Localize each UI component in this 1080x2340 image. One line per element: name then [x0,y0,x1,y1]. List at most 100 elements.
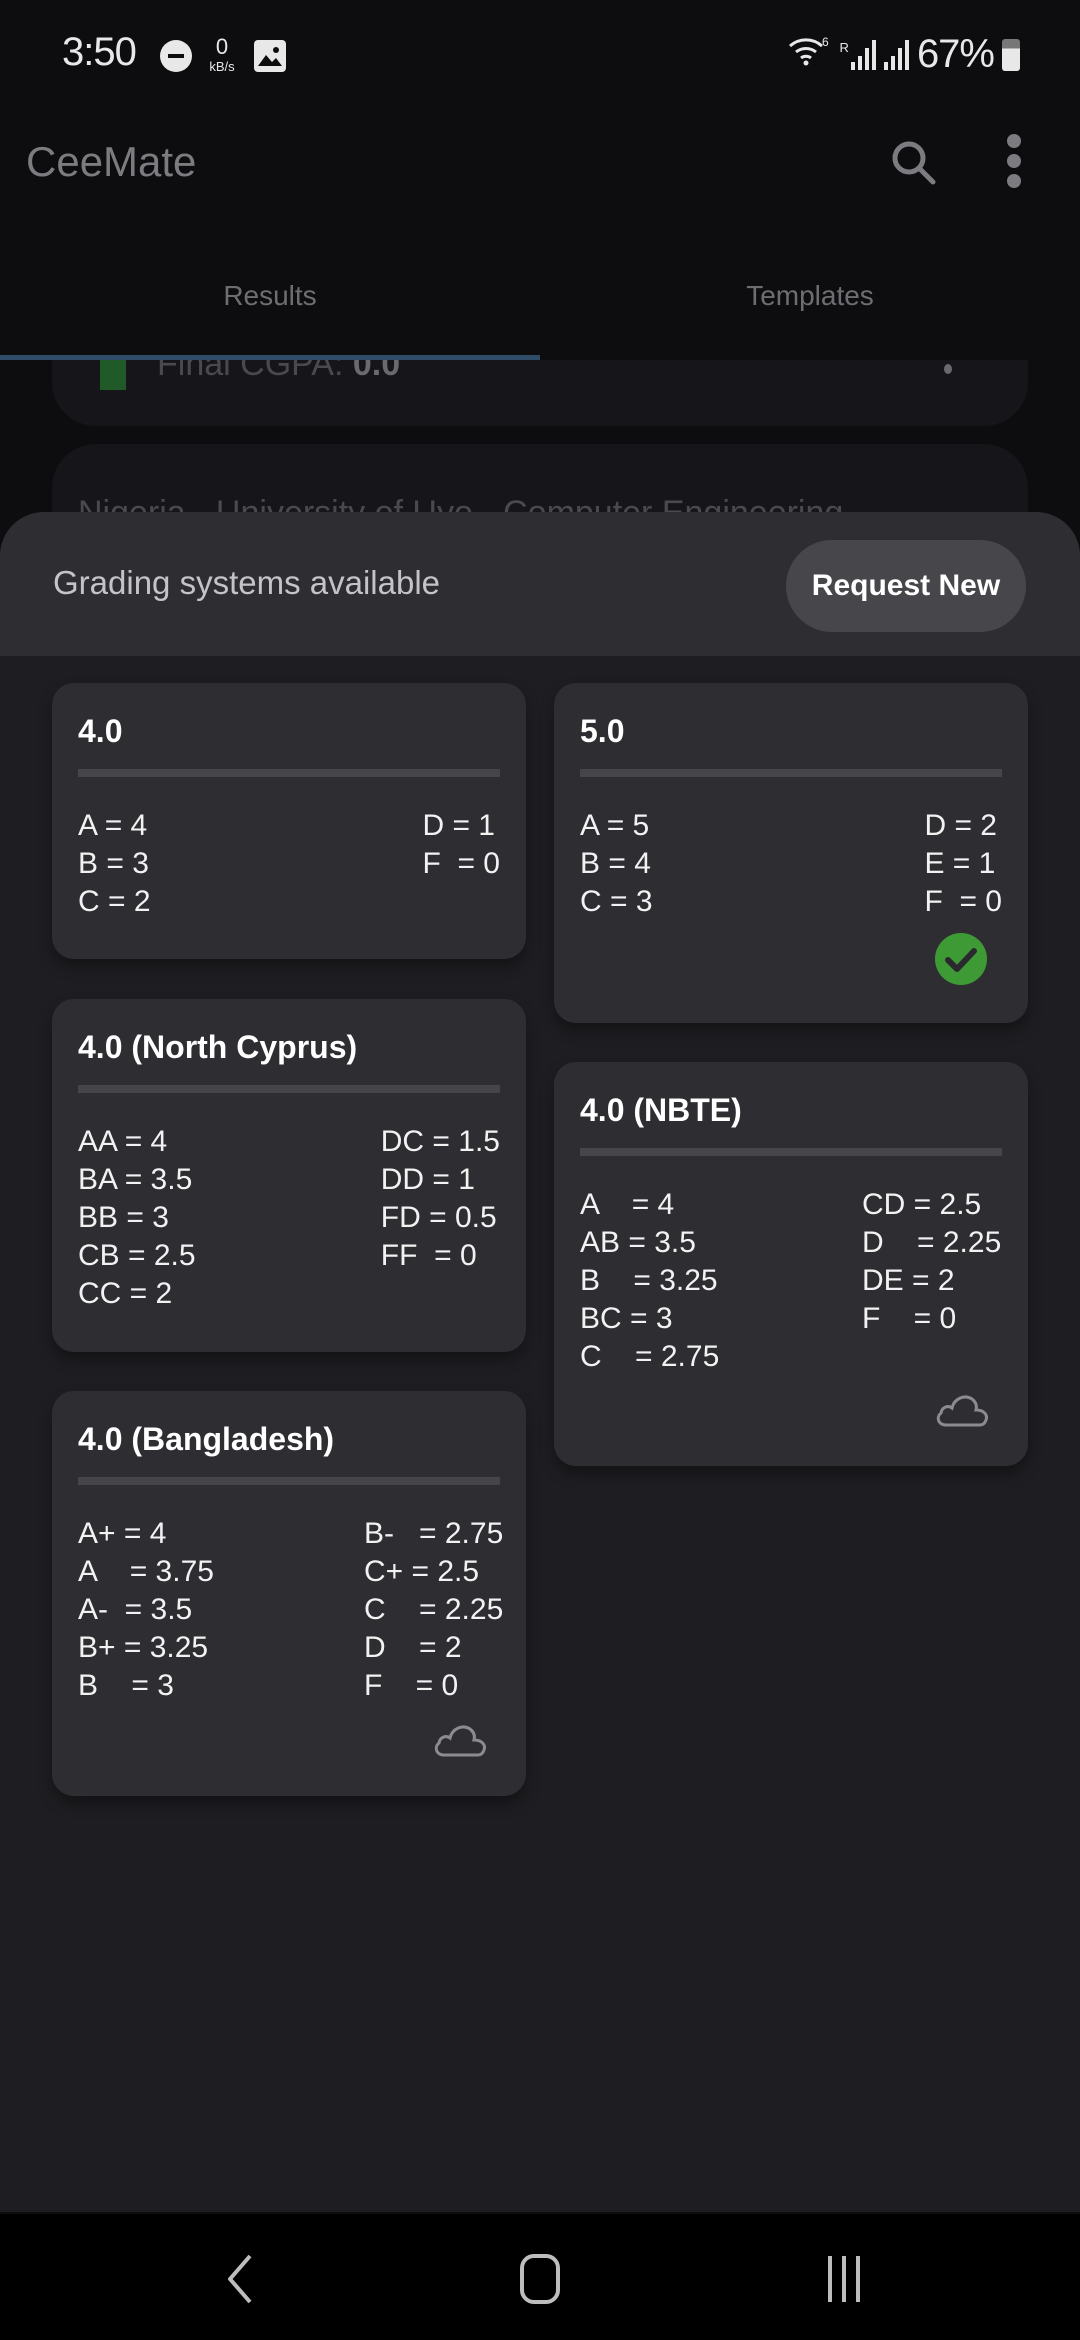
tab-results[interactable]: Results [0,250,540,360]
grade-entry: DC = 1.5 [380,1125,500,1158]
result-line: Final CGPA: 0.0 [157,360,400,384]
grade-list: A+ = 4 A = 3.75 A- = 3.5 B+ = 3.25 B = 3… [78,1515,504,1705]
grade-entry: CD = 2.5 [862,1188,982,1221]
wifi-label: 6 [822,35,829,49]
grading-system-title: 4.0 (North Cyprus) [78,1029,358,1065]
grade-entry: F = 0 [364,1669,459,1702]
grade-entry: D = 2.25 [862,1226,1002,1259]
grade-entry: A+ = 4 [78,1517,167,1550]
grade-column-right: B- = 2.75 C+ = 2.5 C = 2.25 D = 2 F = 0 [364,1515,504,1705]
grading-system-card[interactable]: 4.0 (North Cyprus) AA = 4 BA = 3.5 BB = … [52,999,526,1352]
grade-entry: C = 3 [580,885,653,918]
divider [580,769,1002,777]
grade-entry: A = 4 [78,809,148,842]
grade-entry: B = 3 [78,1669,174,1702]
battery-icon [1002,38,1020,71]
grade-entry: C = 2.75 [580,1340,720,1373]
sheet-header: Grading systems available Request New [0,512,1080,656]
grade-entry: BC = 3 [580,1302,673,1335]
app-bar: CeeMate [0,110,1080,250]
divider [78,1477,500,1485]
grade-entry: BA = 3.5 [78,1163,193,1196]
grade-entry: AA = 4 [78,1125,168,1158]
home-icon[interactable] [500,2244,580,2314]
grade-column-left: AA = 4 BA = 3.5 BB = 3 CB = 2.5 CC = 2 [78,1123,196,1313]
grade-entry: C+ = 2.5 [364,1555,480,1588]
divider [78,769,500,777]
grade-entry: A = 5 [580,809,650,842]
grading-system-card[interactable]: 4.0 (NBTE) A = 4 AB = 3.5 B = 3.25 BC = … [554,1062,1028,1466]
grade-entry: FF = 0 [380,1239,477,1272]
result-label: Final CGPA: [157,360,344,383]
grading-system-title: 4.0 [78,713,123,749]
grade-column-right: D = 1 F = 0 [422,807,500,921]
grading-system-title: 4.0 (Bangladesh) [78,1421,335,1457]
grade-entry: A = 4 [580,1188,675,1221]
wifi-icon: 6 [788,34,832,75]
grade-column-right: CD = 2.5 D = 2.25 DE = 2 F = 0 [862,1186,1002,1376]
grade-entry: E = 1 [924,847,996,880]
grade-entry: F = 0 [422,847,500,880]
cloud-icon[interactable] [432,1721,488,1764]
tab-bar: Results Templates [0,250,1080,360]
grading-systems-sheet: Grading systems available Request New 4.… [0,512,1080,2212]
recents-icon[interactable] [804,2244,884,2314]
grade-entry: C = 2.25 [364,1593,504,1626]
grade-entry: C = 2 [78,885,151,918]
grade-list: A = 5 B = 4 C = 3 D = 2 E = 1 F = 0 [580,807,1002,921]
do-not-disturb-icon [160,40,192,72]
back-icon[interactable] [200,2244,280,2314]
network-speed-value: 0 [215,34,229,59]
grade-list: A = 4 B = 3 C = 2 D = 1 F = 0 [78,807,500,921]
grade-entry: A- = 3.5 [78,1593,193,1626]
sheet-title: Grading systems available [53,564,441,601]
grade-entry: B = 3.25 [580,1264,718,1297]
more-vert-icon[interactable] [1000,130,1028,196]
grade-entry: BB = 3 [78,1201,169,1234]
search-icon[interactable] [885,134,945,194]
divider [580,1148,1002,1156]
grade-column-left: A = 4 B = 3 C = 2 [78,807,151,921]
grade-entry: AB = 3.5 [580,1226,696,1259]
grade-column-right: D = 2 E = 1 F = 0 [924,807,1002,921]
check-circle-icon [934,932,988,991]
gallery-notification-icon [254,40,286,72]
grade-entry: CB = 2.5 [78,1239,196,1272]
grade-entry: CC = 2 [78,1277,173,1310]
grading-system-title: 4.0 (NBTE) [580,1092,742,1128]
grade-column-left: A = 4 AB = 3.5 B = 3.25 BC = 3 C = 2.75 [580,1186,719,1376]
grade-column-left: A+ = 4 A = 3.75 A- = 3.5 B+ = 3.25 B = 3 [78,1515,214,1705]
grading-system-card[interactable]: 4.0 A = 4 B = 3 C = 2 D = 1 F = 0 [52,683,526,959]
request-new-button[interactable]: Request New [786,540,1026,632]
result-card: Final CGPA: 0.0 [52,360,1028,426]
grade-entry: B = 4 [580,847,651,880]
grade-list: A = 4 AB = 3.5 B = 3.25 BC = 3 C = 2.75 … [580,1186,1002,1376]
grading-system-card[interactable]: 4.0 (Bangladesh) A+ = 4 A = 3.75 A- = 3.… [52,1391,526,1796]
roaming-label: R [839,39,849,55]
grade-entry: D = 2 [924,809,997,842]
cloud-icon[interactable] [934,1391,990,1434]
network-speed-unit: kB/s [209,59,235,74]
grade-column-left: A = 5 B = 4 C = 3 [580,807,653,921]
more-icon [944,364,952,374]
app-title: CeeMate [26,138,197,185]
signal-roaming-icon: R [839,39,876,70]
grading-system-card-selected[interactable]: 5.0 A = 5 B = 4 C = 3 D = 2 E = 1 F = 0 [554,683,1028,1023]
grade-entry: D = 2 [364,1631,462,1664]
battery-percent: 67% [916,32,995,76]
grade-entry: B- = 2.75 [364,1517,504,1550]
grade-entry: D = 1 [422,809,495,842]
status-chip-icon [100,360,126,390]
status-right: 6 R 67% [788,32,1020,77]
grade-entry: B = 3 [78,847,149,880]
result-value: 0.0 [352,360,401,383]
grade-list: AA = 4 BA = 3.5 BB = 3 CB = 2.5 CC = 2 D… [78,1123,500,1313]
system-nav-bar [0,2214,1080,2340]
divider [78,1085,500,1093]
status-time: 3:50 [62,30,137,74]
grade-entry: F = 0 [862,1302,957,1335]
grade-entry: DE = 2 [862,1264,955,1297]
status-bar: 3:50 0 kB/s 6 R 67% [0,0,1080,110]
grading-system-title: 5.0 [580,713,625,749]
tab-templates[interactable]: Templates [540,250,1080,360]
